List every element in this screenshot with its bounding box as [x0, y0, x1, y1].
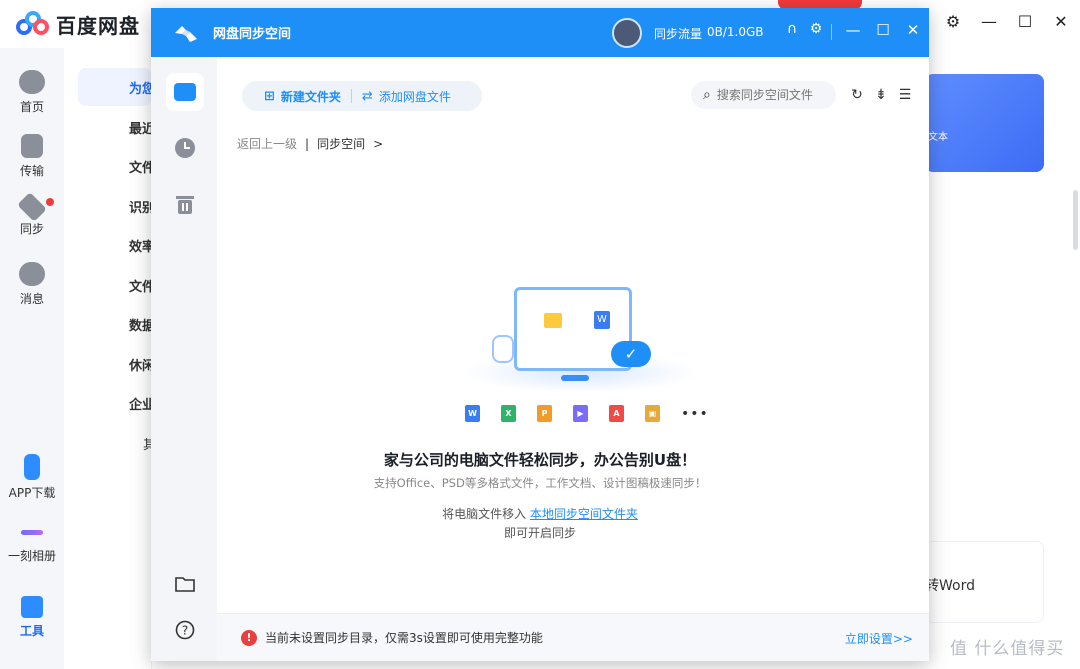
more-types-icon: ••• — [681, 405, 709, 422]
sync-notification-dot — [46, 198, 54, 206]
ppt-file-icon: P — [537, 405, 552, 422]
illustration-word-icon: W — [594, 311, 610, 329]
hint-prefix: 将电脑文件移入 — [442, 507, 527, 521]
empty-state-illustration: W ✓ — [461, 283, 701, 403]
main-left-nav: 首页 传输 同步 消息 APP下载 一刻相册 工具 — [0, 48, 64, 669]
new-folder-button[interactable]: ⊞ 新建文件夹 — [264, 88, 341, 105]
album-icon — [21, 530, 43, 535]
clock-icon — [175, 138, 195, 158]
nav-item-transfer[interactable]: 传输 — [0, 134, 64, 179]
nav-item-album[interactable]: 一刻相册 — [0, 522, 64, 564]
avatar[interactable] — [612, 18, 642, 48]
people-icon — [19, 262, 45, 286]
illustration-hand — [492, 335, 514, 363]
sync-sidebar: ? — [151, 57, 217, 661]
pdf-file-icon: A — [609, 405, 624, 422]
nav-item-messages[interactable]: 消息 — [0, 262, 64, 307]
empty-state-headline: 家与公司的电脑文件轻松同步，办公告别U盘！ — [383, 451, 697, 469]
refresh-icon[interactable]: ↻ — [850, 87, 864, 103]
search-box[interactable]: ⌕ — [691, 81, 836, 109]
main-window-controls: ⊡ ⚙ — ☐ ✕ — [908, 12, 1070, 31]
settings-icon[interactable]: ⚙ — [944, 12, 962, 31]
close-button[interactable]: ✕ — [905, 21, 921, 39]
setup-now-link[interactable]: 立即设置>> — [845, 630, 913, 647]
trash-icon — [176, 196, 194, 214]
help-icon: ? — [175, 620, 195, 640]
excel-file-icon: X — [501, 405, 516, 422]
sidebar-item-open-folder[interactable] — [166, 565, 204, 603]
add-cloud-file-icon: ⇄ — [361, 88, 373, 104]
sync-window-title: 网盘同步空间 — [213, 27, 292, 42]
baidu-logo-icon — [16, 10, 50, 39]
settings-icon[interactable]: ⚙ — [808, 21, 824, 37]
sidebar-item-history[interactable] — [166, 129, 204, 167]
sync-window-controls: — ☐ ✕ — [845, 21, 921, 39]
minimize-button[interactable]: — — [980, 12, 998, 31]
illustration-folder-icon — [544, 313, 562, 328]
minimize-button[interactable]: — — [845, 21, 861, 39]
empty-state-subline: 支持Office、PSD等多格式文件，工作文档、设计图稿极速同步！ — [373, 476, 707, 490]
title-divider — [831, 24, 832, 40]
cloud-icon — [19, 70, 45, 94]
nav-item-home[interactable]: 首页 — [0, 70, 64, 115]
close-button[interactable]: ✕ — [1052, 12, 1070, 31]
app-logo: 百度网盘 — [16, 10, 140, 39]
list-view-icon[interactable]: ☰ — [898, 87, 912, 103]
nav-item-sync[interactable]: 同步 — [0, 192, 64, 237]
maximize-button[interactable]: ☐ — [875, 21, 891, 39]
empty-state-hint: 将电脑文件移入 本地同步空间文件夹 — [151, 505, 929, 522]
warning-icon: ! — [241, 629, 257, 646]
watermark: 值 什么值得买 — [950, 639, 1065, 659]
toolbar-tools: ↻ ⇟ ☰ — [850, 87, 912, 103]
sync-logo-icon — [175, 26, 197, 42]
maximize-button[interactable]: ☐ — [1016, 12, 1034, 31]
toolbar-divider — [350, 89, 352, 103]
phone-icon — [24, 454, 40, 480]
search-input[interactable] — [716, 88, 827, 102]
cloud-check-icon: ✓ — [611, 341, 651, 367]
breadcrumb-arrow-icon: > — [373, 136, 384, 151]
nav-item-tools[interactable]: 工具 — [0, 596, 64, 639]
breadcrumb-separator: | — [305, 136, 310, 151]
folder-icon — [175, 577, 195, 592]
headset-icon[interactable]: ∩ — [784, 21, 800, 37]
main-scrollbar[interactable] — [1073, 190, 1078, 250]
sync-space-window: 网盘同步空间 同步流量 0B/1.0GB ∩ ⚙ — ☐ ✕ ? ⊞ 新建文件夹… — [151, 8, 929, 661]
feature-card2-label: 转Word — [925, 578, 975, 594]
video-file-icon: ▶ — [573, 405, 588, 422]
sort-icon[interactable]: ⇟ — [874, 87, 888, 103]
search-icon: ⌕ — [703, 87, 711, 103]
breadcrumb: 返回上一级 | 同步空间 > — [237, 135, 383, 152]
hint-suffix: 即可开启同步 — [503, 526, 576, 540]
supported-file-types: W X P ▶ A ▣ ••• — [465, 405, 709, 422]
image-file-icon: ▣ — [645, 405, 660, 422]
notice-text: 当前未设置同步目录，仅需3s设置即可使用完整功能 — [265, 631, 543, 645]
breadcrumb-back-link[interactable]: 返回上一级 — [237, 135, 297, 152]
svg-text:?: ? — [182, 624, 188, 638]
sync-traffic-label: 同步流量 — [654, 27, 703, 41]
breadcrumb-current: 同步空间 — [317, 137, 366, 151]
sync-icon — [17, 192, 47, 222]
folder-file-icon — [174, 83, 196, 101]
nav-item-app-download[interactable]: APP下载 — [0, 454, 64, 501]
sidebar-item-help[interactable]: ? — [166, 611, 204, 649]
add-cloud-file-button[interactable]: ⇄ 添加网盘文件 — [362, 88, 451, 105]
word-file-icon: W — [465, 405, 480, 422]
feature-card-ocr[interactable] — [925, 74, 1044, 172]
tools-icon — [21, 596, 43, 618]
setup-notice-bar: ! 当前未设置同步目录，仅需3s设置即可使用完整功能 立即设置>> — [217, 613, 929, 661]
sidebar-item-trash[interactable] — [166, 185, 204, 223]
feature-card-label: 文本 — [928, 132, 948, 143]
illustration-monitor-stand — [561, 375, 589, 381]
local-sync-folder-link[interactable]: 本地同步空间文件夹 — [530, 507, 638, 521]
app-logo-text: 百度网盘 — [56, 14, 140, 38]
sync-title-icons: ∩ ⚙ — [784, 21, 824, 37]
transfer-icon — [21, 134, 43, 158]
new-folder-icon: ⊞ — [264, 88, 275, 104]
toolbar-button-group: ⊞ 新建文件夹 ⇄ 添加网盘文件 — [242, 81, 482, 111]
sidebar-item-files[interactable] — [166, 73, 204, 111]
sync-titlebar[interactable]: 网盘同步空间 同步流量 0B/1.0GB ∩ ⚙ — ☐ ✕ — [151, 8, 929, 57]
sync-traffic-value: 0B/1.0GB — [707, 25, 764, 39]
